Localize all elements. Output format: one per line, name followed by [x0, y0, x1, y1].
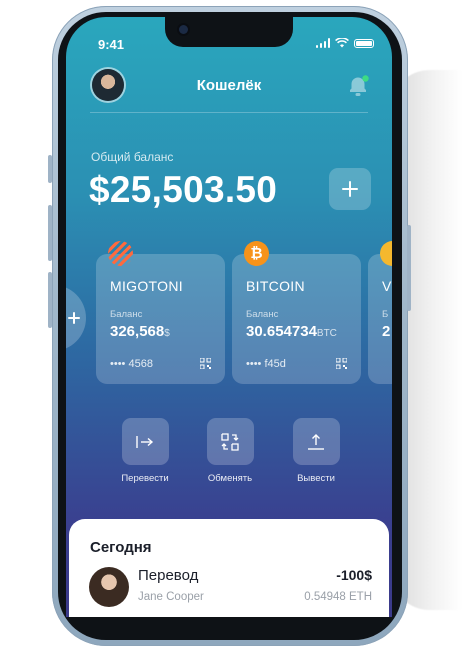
transaction-name: Jane Cooper [138, 591, 204, 603]
wifi-icon [335, 38, 349, 48]
card-unit: $ [164, 328, 170, 339]
exchange-label: Обменять [207, 473, 253, 484]
total-balance-label: Общий баланс [91, 150, 174, 164]
transaction-title: Перевод [138, 567, 199, 584]
withdraw-action[interactable]: Вывести [286, 418, 346, 484]
qr-code-icon[interactable] [336, 358, 347, 369]
exchange-button[interactable] [206, 418, 254, 465]
transfer-button[interactable] [121, 418, 169, 465]
card-unit: BTC [316, 328, 337, 339]
card-balance-label: Б [382, 309, 389, 320]
card-balance-label: Баланс [110, 309, 143, 320]
card-balance-label: Баланс [246, 309, 279, 320]
exchange-action[interactable]: Обменять [200, 418, 260, 484]
card-number: •••• 4568 [110, 358, 153, 370]
card-amount: 326,568$ [110, 323, 170, 340]
transactions-sheet: Сегодня Перевод Jane Cooper -100$ 0.5494… [69, 519, 389, 617]
plus-icon [342, 181, 358, 197]
side-button-volume-up [48, 205, 52, 261]
transaction-avatar [89, 567, 129, 607]
add-button[interactable] [329, 168, 371, 210]
bell-icon[interactable] [346, 73, 370, 99]
card-amount: 2 [382, 323, 391, 340]
side-button-power [407, 225, 411, 311]
app-screen: 9:41 Кошелёк Общий баланс $25,503.50 MIG… [66, 17, 392, 617]
wallet-card-partial[interactable]: V Б 2 [368, 241, 392, 384]
coin-icon [380, 241, 392, 266]
status-icons [315, 38, 374, 48]
card-name: MIGOTONI [110, 278, 183, 294]
card-name: V [382, 278, 392, 294]
front-camera [179, 25, 188, 34]
side-button-mute [48, 155, 52, 183]
card-name: BITCOIN [246, 278, 305, 294]
section-title-today: Сегодня [90, 539, 152, 556]
exchange-icon [221, 432, 239, 451]
migotoni-logo-icon [108, 241, 133, 266]
transfer-label: Перевести [121, 473, 169, 484]
wallet-card-migotoni[interactable]: MIGOTONI Баланс 326,568$ •••• 4568 [96, 241, 225, 384]
side-button-volume-down [48, 272, 52, 328]
transaction-crypto-amount: 0.54948 ETH [304, 591, 372, 603]
transfer-action[interactable]: Перевести [115, 418, 175, 484]
withdraw-label: Вывести [297, 473, 335, 484]
battery-icon [354, 38, 374, 48]
bitcoin-icon: ₿ [244, 241, 269, 266]
qr-code-icon[interactable] [200, 358, 211, 369]
notch [165, 17, 293, 47]
page-title: Кошелёк [196, 77, 262, 94]
total-balance-value: $25,503.50 [89, 169, 278, 210]
withdraw-button[interactable] [292, 418, 340, 465]
wallet-card-bitcoin[interactable]: ₿ BITCOIN Баланс 30.654734BTC •••• f45d [232, 241, 361, 384]
transaction-amount: -100$ [336, 567, 372, 583]
card-amount: 30.654734BTC [246, 323, 337, 340]
plus-icon [68, 312, 80, 324]
withdraw-icon [308, 433, 324, 450]
add-card-tab[interactable] [66, 285, 86, 351]
signal-icon [315, 38, 330, 48]
header-divider [90, 112, 368, 113]
card-number: •••• f45d [246, 358, 286, 370]
transfer-icon [136, 435, 154, 448]
status-time: 9:41 [98, 37, 125, 52]
